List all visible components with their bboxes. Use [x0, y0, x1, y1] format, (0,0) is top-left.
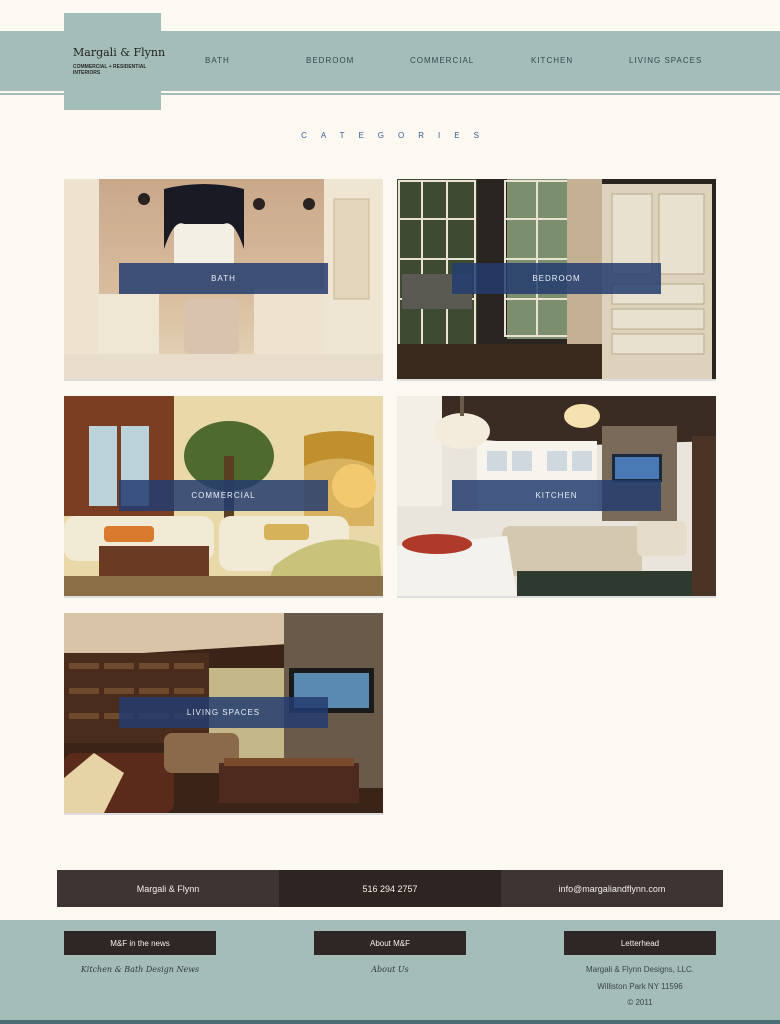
tile-label: COMMERCIAL	[191, 491, 256, 500]
tile-label: BATH	[211, 274, 236, 283]
footer-bottom-rule	[0, 1020, 780, 1024]
tile-label: LIVING SPACES	[186, 708, 261, 717]
brand-name: Margali & Flynn	[73, 46, 166, 59]
tile-overlay: LIVING SPACES	[119, 697, 328, 728]
nav-bath[interactable]: BATH	[205, 56, 230, 65]
tile-living-spaces[interactable]: LIVING SPACES	[64, 613, 383, 813]
footer-copyright: © 2011	[627, 998, 653, 1007]
tile-bath[interactable]: BATH	[64, 179, 383, 379]
tile-kitchen[interactable]: KITCHEN	[397, 396, 716, 596]
tile-commercial[interactable]: COMMERCIAL	[64, 396, 383, 596]
footer-address: Williston Park NY 11596	[597, 982, 683, 991]
nav-kitchen[interactable]: KITCHEN	[531, 56, 573, 65]
tile-label: BEDROOM	[532, 274, 581, 283]
contact-name: Margali & Flynn	[57, 870, 279, 907]
contact-phone[interactable]: 516 294 2757	[279, 870, 501, 907]
nav-living-spaces[interactable]: LIVING SPACES	[629, 56, 702, 65]
tile-overlay: COMMERCIAL	[119, 480, 328, 511]
tile-overlay: BEDROOM	[452, 263, 661, 294]
footer-about-heading: About M&F	[314, 931, 466, 955]
tile-bedroom[interactable]: BEDROOM	[397, 179, 716, 379]
brand-tagline: COMMERCIAL + RESIDENTIAL INTERIORS	[73, 64, 147, 76]
tile-label: KITCHEN	[535, 491, 578, 500]
logo[interactable]: Margali & Flynn COMMERCIAL + RESIDENTIAL…	[64, 13, 165, 110]
footer-letterhead-heading: Letterhead	[564, 931, 716, 955]
page-title: CATEGORIES	[301, 131, 493, 140]
footer-news-link[interactable]: Kitchen & Bath Design News	[40, 965, 240, 974]
tile-overlay: BATH	[119, 263, 328, 294]
tile-overlay: KITCHEN	[452, 480, 661, 511]
footer-company: Margali & Flynn Designs, LLC.	[585, 965, 695, 974]
contact-email-link[interactable]: info@margaliandflynn.com	[501, 870, 723, 907]
footer-news-heading: M&F in the news	[64, 931, 216, 955]
footer-about-link[interactable]: About Us	[290, 965, 490, 974]
contact-bar: Margali & Flynn 516 294 2757 info@margal…	[57, 870, 723, 907]
nav-commercial[interactable]: COMMERCIAL	[410, 56, 474, 65]
nav-bedroom[interactable]: BEDROOM	[306, 56, 354, 65]
